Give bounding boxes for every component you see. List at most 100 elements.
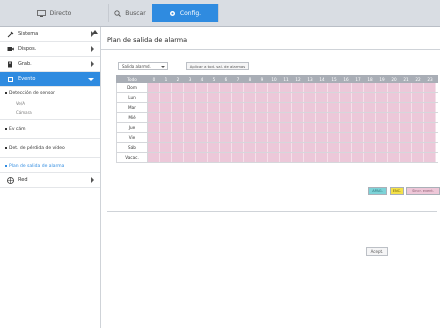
- schedule-cell[interactable]: [268, 93, 280, 102]
- schedule-cell[interactable]: [376, 153, 388, 162]
- schedule-cell[interactable]: [172, 93, 184, 102]
- schedule-cell[interactable]: [328, 113, 340, 122]
- day-label[interactable]: Vie: [116, 133, 148, 142]
- schedule-cell[interactable]: [244, 103, 256, 112]
- schedule-cell[interactable]: [220, 93, 232, 102]
- schedule-cell[interactable]: [256, 83, 268, 92]
- schedule-cell[interactable]: [220, 133, 232, 142]
- day-label[interactable]: Vacac.: [116, 153, 148, 162]
- schedule-cell[interactable]: [208, 113, 220, 122]
- hour-header[interactable]: 6: [220, 75, 232, 83]
- hour-header[interactable]: 19: [376, 75, 388, 83]
- schedule-cell[interactable]: [376, 133, 388, 142]
- hour-header[interactable]: 12: [292, 75, 304, 83]
- schedule-cell[interactable]: [292, 153, 304, 162]
- schedule-cell[interactable]: [232, 143, 244, 152]
- schedule-cell[interactable]: [316, 83, 328, 92]
- schedule-cell[interactable]: [364, 83, 376, 92]
- schedule-cell[interactable]: [388, 143, 400, 152]
- schedule-cell[interactable]: [364, 143, 376, 152]
- schedule-cell[interactable]: [208, 133, 220, 142]
- schedule-cell[interactable]: [148, 103, 160, 112]
- schedule-cell[interactable]: [292, 103, 304, 112]
- schedule-cell[interactable]: [280, 143, 292, 152]
- day-label[interactable]: Mié: [116, 113, 148, 122]
- schedule-cell[interactable]: [232, 123, 244, 132]
- schedule-cell[interactable]: [376, 143, 388, 152]
- schedule-cell[interactable]: [172, 153, 184, 162]
- schedule-cell[interactable]: [400, 153, 412, 162]
- sidebar-item-dispos[interactable]: Dispos.: [0, 42, 100, 57]
- schedule-cell[interactable]: [292, 143, 304, 152]
- schedule-cell[interactable]: [172, 83, 184, 92]
- hour-header[interactable]: 3: [184, 75, 196, 83]
- schedule-cell[interactable]: [184, 153, 196, 162]
- sidebar-sub-det-perdida[interactable]: Det. de pérdida de vídeo: [0, 141, 100, 155]
- schedule-cell[interactable]: [424, 103, 436, 112]
- hour-header[interactable]: 11: [280, 75, 292, 83]
- schedule-cell[interactable]: [292, 113, 304, 122]
- schedule-cell[interactable]: [280, 113, 292, 122]
- schedule-cell[interactable]: [316, 103, 328, 112]
- schedule-cell[interactable]: [364, 113, 376, 122]
- hour-header[interactable]: 16: [340, 75, 352, 83]
- sidebar-subsub-alarma[interactable]: Ve/A: [0, 99, 100, 108]
- schedule-cell[interactable]: [388, 153, 400, 162]
- schedule-cell[interactable]: [400, 93, 412, 102]
- apply-all-outputs-button[interactable]: Aplicar a tod. sal. de alarmas: [186, 62, 249, 70]
- schedule-cell[interactable]: [340, 93, 352, 102]
- schedule-cell[interactable]: [244, 143, 256, 152]
- schedule-cell[interactable]: [172, 113, 184, 122]
- schedule-cell[interactable]: [172, 143, 184, 152]
- schedule-cell[interactable]: [220, 143, 232, 152]
- schedule-cell[interactable]: [412, 133, 424, 142]
- day-label[interactable]: Dom: [116, 83, 148, 92]
- schedule-cell[interactable]: [232, 103, 244, 112]
- schedule-cell[interactable]: [292, 133, 304, 142]
- schedule-cell[interactable]: [352, 133, 364, 142]
- sidebar-sub-plan-salida[interactable]: Plan de salida de alarma: [0, 160, 100, 172]
- schedule-cell[interactable]: [328, 143, 340, 152]
- schedule-cell[interactable]: [352, 143, 364, 152]
- schedule-cell[interactable]: [424, 133, 436, 142]
- schedule-cell[interactable]: [400, 113, 412, 122]
- schedule-cell[interactable]: [304, 93, 316, 102]
- schedule-cell[interactable]: [376, 113, 388, 122]
- schedule-cell[interactable]: [304, 83, 316, 92]
- schedule-cell[interactable]: [160, 93, 172, 102]
- hour-header[interactable]: 21: [400, 75, 412, 83]
- hour-header[interactable]: 7: [232, 75, 244, 83]
- schedule-cell[interactable]: [208, 93, 220, 102]
- schedule-cell[interactable]: [148, 83, 160, 92]
- tab-config[interactable]: Config.: [152, 4, 219, 22]
- schedule-cell[interactable]: [220, 103, 232, 112]
- schedule-cell[interactable]: [280, 133, 292, 142]
- schedule-cell[interactable]: [376, 93, 388, 102]
- apply-button[interactable]: Acept.: [366, 247, 388, 256]
- schedule-cell[interactable]: [376, 123, 388, 132]
- schedule-cell[interactable]: [424, 123, 436, 132]
- schedule-cell[interactable]: [184, 123, 196, 132]
- schedule-cell[interactable]: [244, 83, 256, 92]
- schedule-cell[interactable]: [196, 133, 208, 142]
- schedule-cell[interactable]: [424, 83, 436, 92]
- schedule-cell[interactable]: [268, 103, 280, 112]
- schedule-cell[interactable]: [316, 133, 328, 142]
- schedule-cell[interactable]: [412, 123, 424, 132]
- hour-header[interactable]: 23: [424, 75, 436, 83]
- schedule-cell[interactable]: [376, 103, 388, 112]
- schedule-cell[interactable]: [184, 133, 196, 142]
- tab-directo[interactable]: Directo: [0, 4, 109, 22]
- schedule-cell[interactable]: [304, 123, 316, 132]
- schedule-cell[interactable]: [280, 153, 292, 162]
- schedule-cell[interactable]: [304, 103, 316, 112]
- hour-header[interactable]: 22: [412, 75, 424, 83]
- day-label[interactable]: Jue: [116, 123, 148, 132]
- schedule-cell[interactable]: [196, 93, 208, 102]
- schedule-cell[interactable]: [376, 83, 388, 92]
- schedule-cell[interactable]: [328, 133, 340, 142]
- schedule-cell[interactable]: [400, 103, 412, 112]
- schedule-cell[interactable]: [400, 83, 412, 92]
- schedule-cell[interactable]: [148, 113, 160, 122]
- schedule-cell[interactable]: [316, 143, 328, 152]
